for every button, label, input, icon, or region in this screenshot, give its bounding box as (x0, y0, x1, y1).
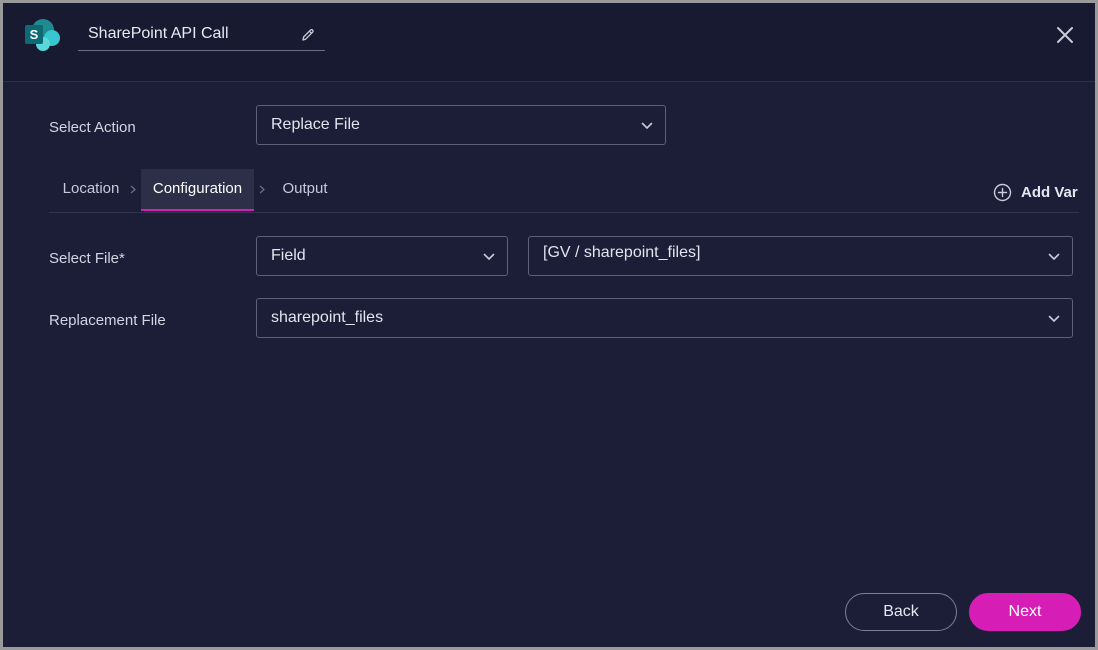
back-button[interactable]: Back (845, 593, 957, 631)
replacement-file-value: sharepoint_files (271, 309, 384, 326)
plus-circle-icon (993, 183, 1012, 202)
replacement-file-dropdown[interactable]: sharepoint_files (256, 298, 1073, 338)
select-action-label: Select Action (49, 119, 136, 136)
select-action-dropdown[interactable]: Replace File (256, 105, 666, 145)
add-var-label: Add Var (1021, 184, 1078, 201)
select-file-label: Select File* (49, 250, 125, 267)
select-action-value: Replace File (271, 116, 360, 133)
chevron-down-icon (641, 122, 653, 129)
select-file-field-dropdown[interactable]: [GV / sharepoint_files] (528, 236, 1073, 276)
chevron-down-icon (1048, 253, 1060, 260)
dialog: S SharePoint API Call Select Action Repl… (3, 3, 1095, 647)
select-file-field-value: [GV / sharepoint_files] (543, 244, 701, 261)
chevron-right-icon (130, 185, 136, 194)
chevron-right-icon (259, 185, 265, 194)
tab-location[interactable]: Location (49, 169, 133, 209)
chevron-down-icon (1048, 315, 1060, 322)
tab-configuration[interactable]: Configuration (141, 169, 254, 211)
tab-output[interactable]: Output (271, 169, 339, 209)
dialog-header: S SharePoint API Call (3, 3, 1095, 82)
pencil-icon[interactable] (301, 28, 315, 42)
next-button[interactable]: Next (969, 593, 1081, 631)
replacement-file-label: Replacement File (49, 312, 166, 329)
select-file-type-dropdown[interactable]: Field (256, 236, 508, 276)
step-tabs: Location Configuration Output (49, 169, 1079, 213)
title-field[interactable]: SharePoint API Call (78, 19, 325, 51)
close-icon[interactable] (1056, 26, 1074, 44)
select-file-type-value: Field (271, 247, 306, 264)
sharepoint-logo-icon: S (25, 19, 60, 51)
chevron-down-icon (483, 253, 495, 260)
dialog-title: SharePoint API Call (88, 25, 229, 42)
svg-text:S: S (30, 27, 39, 42)
